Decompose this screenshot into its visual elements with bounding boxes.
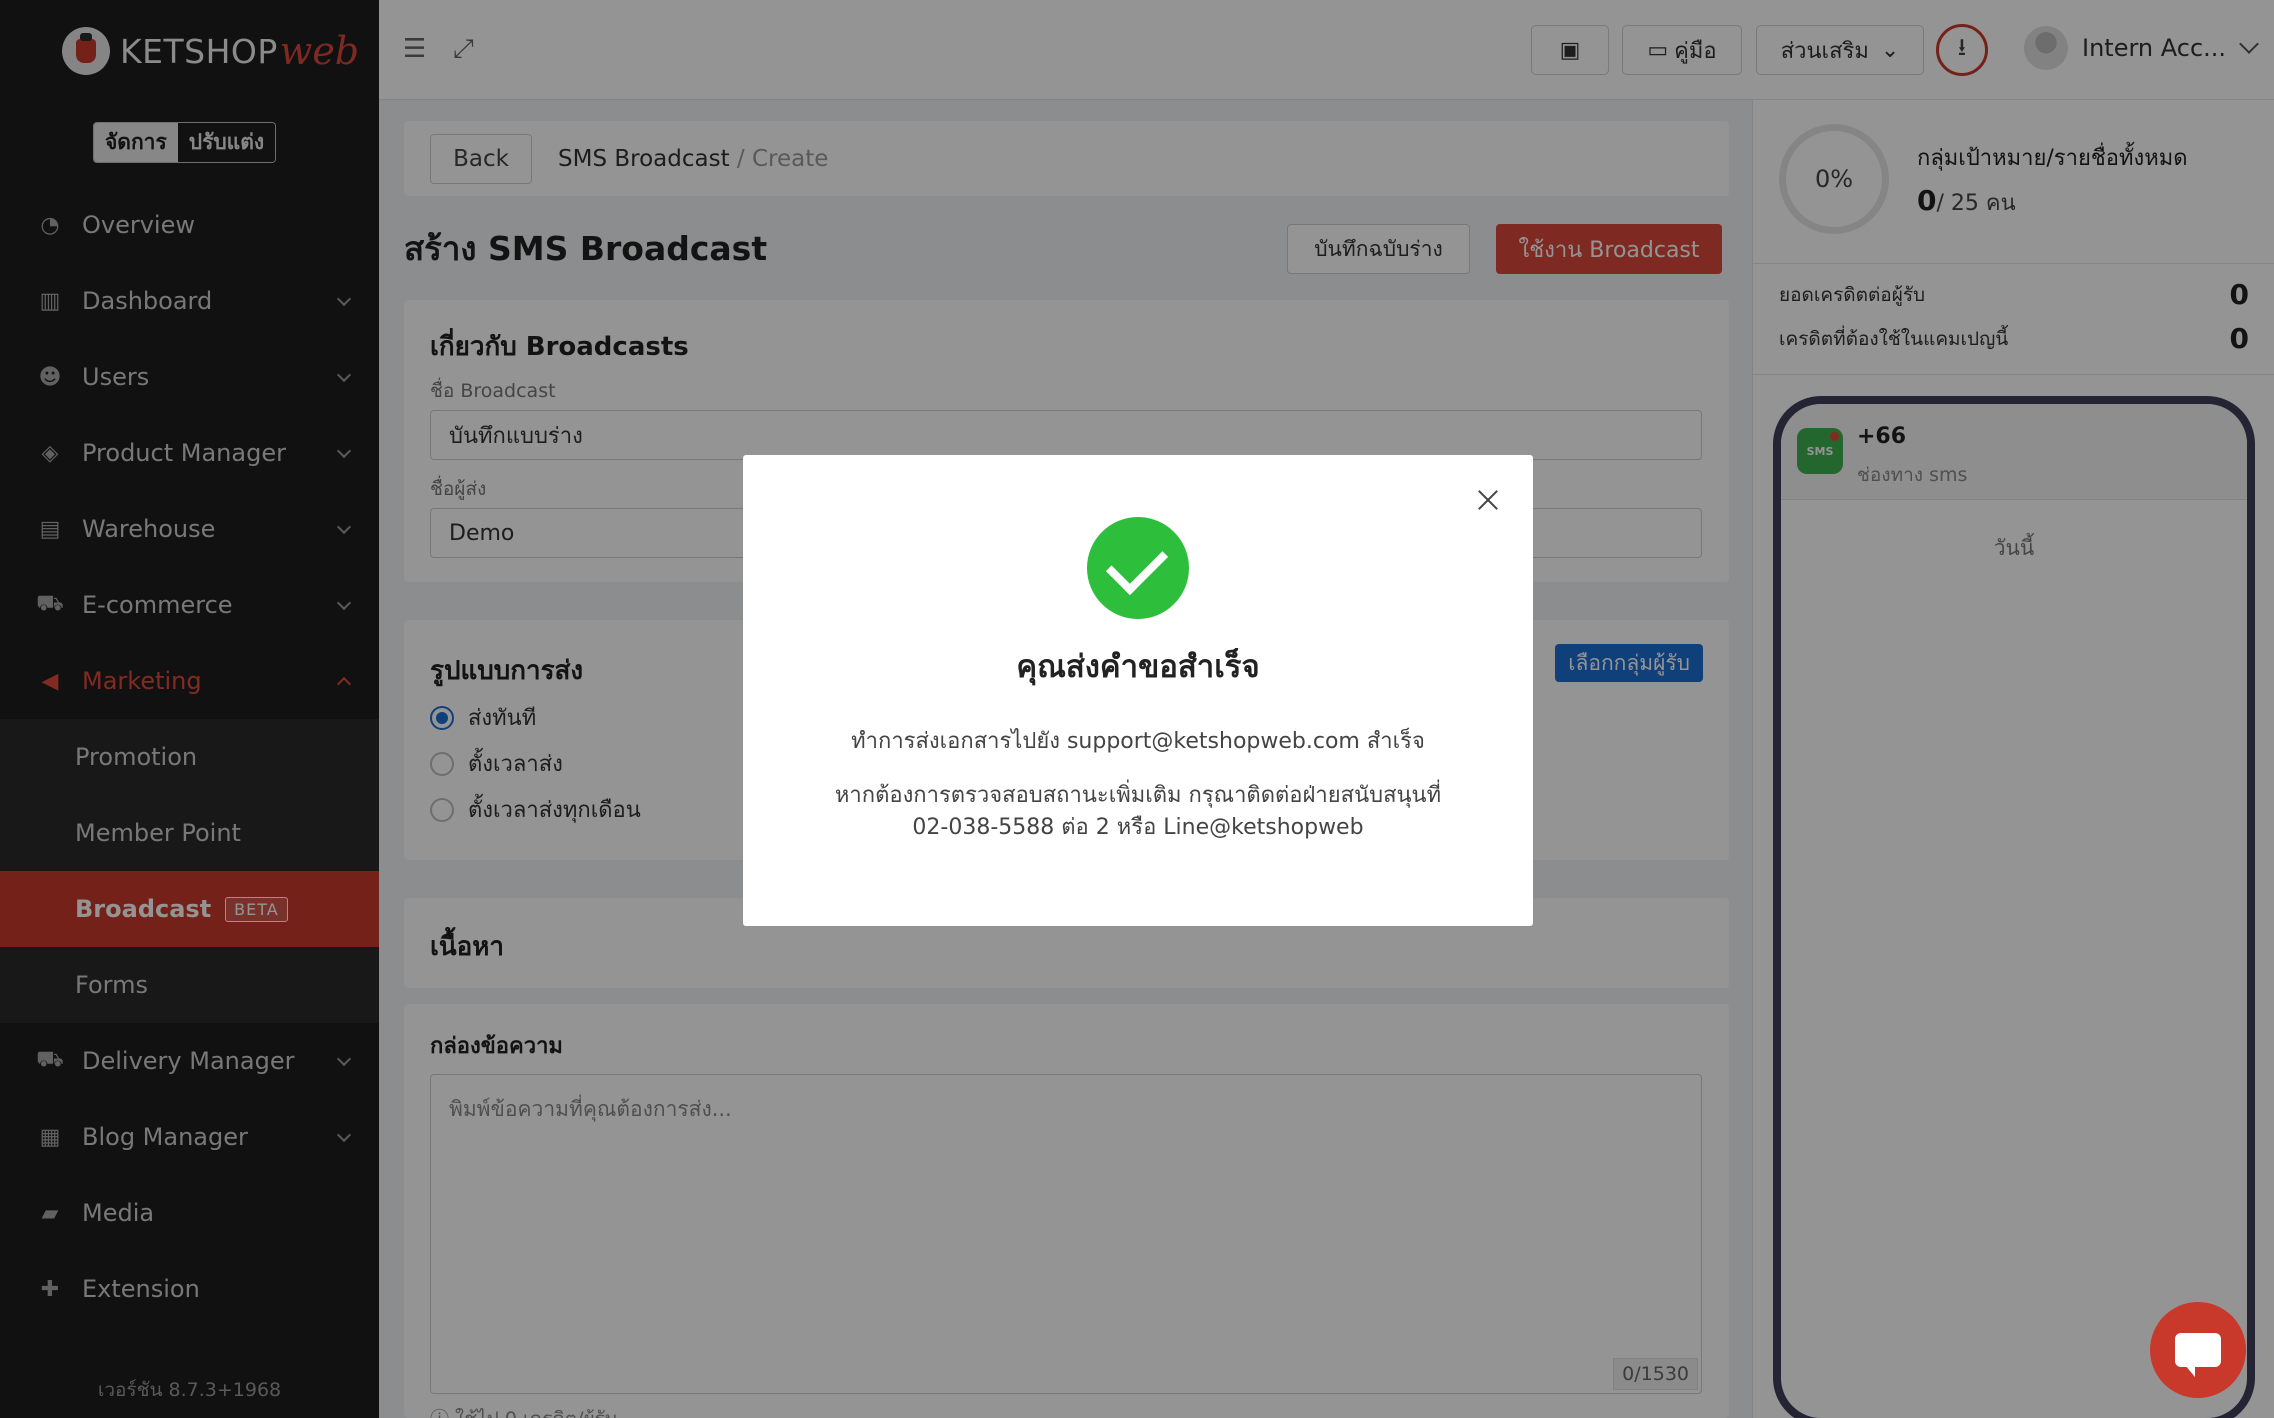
close-icon[interactable] [1473, 485, 1503, 515]
modal-message-line-2: หากต้องการตรวจสอบสถานะเพิ่มเติม กรุณาติด… [834, 783, 1442, 808]
success-modal: คุณส่งคำขอสำเร็จ ทำการส่งเอกสารไปยัง sup… [743, 455, 1533, 926]
modal-title: คุณส่งคำขอสำเร็จ [1016, 649, 1260, 685]
check-circle-icon [1087, 517, 1189, 619]
modal-message-line-3: 02-038-5588 ต่อ 2 หรือ Line@ketshopweb [912, 815, 1364, 840]
chat-icon [2175, 1333, 2221, 1377]
modal-message-line-1: ทำการส่งเอกสารไปยัง support@ketshopweb.c… [851, 729, 1425, 754]
chat-button[interactable] [2150, 1302, 2246, 1398]
